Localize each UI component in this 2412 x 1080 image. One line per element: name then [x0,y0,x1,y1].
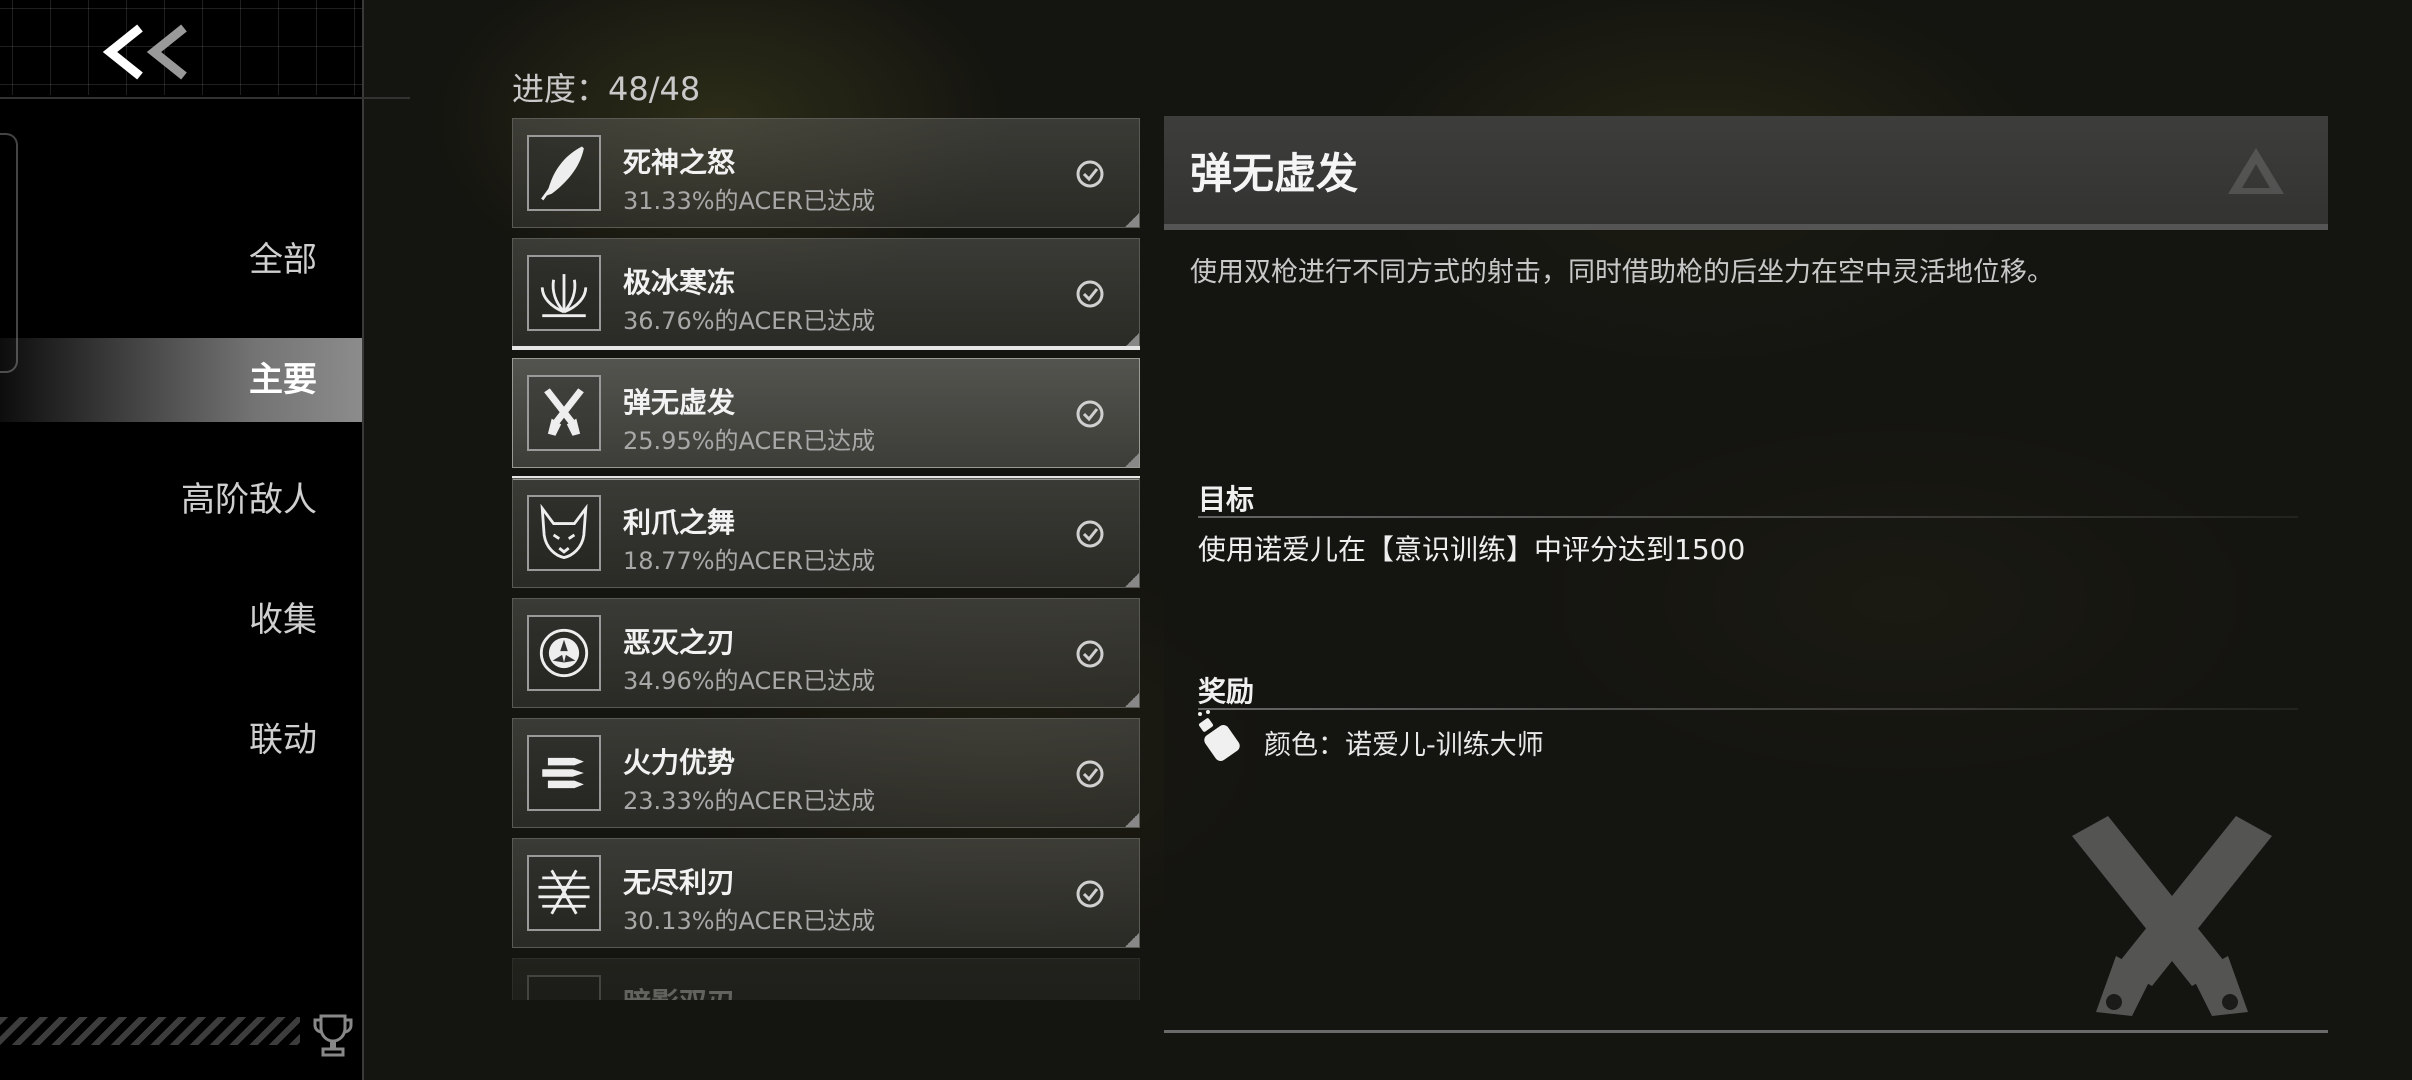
check-circle-icon [1076,280,1104,308]
check-circle-icon [1076,760,1104,788]
fox-mask-icon [527,495,601,571]
hatch-decoration [0,1017,300,1045]
achievement-rate: 34.96%的ACER已达成 [623,667,876,695]
achievement-rate: 18.77%的ACER已达成 [623,547,876,575]
achievement-rate: 30.13%的ACER已达成 [623,907,876,935]
reward-label: 奖励 [1198,675,1255,708]
feather-icon [527,135,601,211]
nav-item-all[interactable]: 全部 [0,218,362,302]
achievement-row-partial[interactable]: 暗影双刃 [512,958,1140,1000]
goal-label: 目标 [1198,483,1255,516]
achievement-row[interactable]: 极冰寒冻 36.76%的ACER已达成 [512,238,1140,348]
achievement-rate: 25.95%的ACER已达成 [623,427,876,455]
nav-item-collection[interactable]: 收集 [0,578,362,662]
double-chevron-left-icon [102,24,187,80]
reward-text: 颜色：诺爱儿-训练大师 [1264,730,1544,761]
achievement-row[interactable]: 火力优势 23.33%的ACER已达成 [512,718,1140,828]
triskelion-icon [527,615,601,691]
achievement-title: 暗影双刃 [623,981,735,1000]
nav-item-elite-enemies[interactable]: 高阶敌人 [0,458,362,542]
back-button[interactable] [96,20,196,84]
blades-icon [527,855,601,931]
achievement-rate: 36.76%的ACER已达成 [623,307,876,335]
achievement-title: 无尽利刃 [623,866,736,899]
blank-icon [527,975,601,1000]
achievement-title: 弹无虚发 [623,386,736,419]
check-circle-icon [1076,880,1104,908]
nav-item-collab[interactable]: 联动 [0,698,362,782]
achievement-rate: 23.33%的ACER已达成 [623,787,876,815]
ice-crystal-icon [527,255,601,331]
crossed-pistols-emblem-icon [2072,816,2272,1016]
achievement-detail-panel: 弹无虚发 使用双枪进行不同方式的射击，同时借助枪的后坐力在空中灵活地位移。 目标… [1164,116,2328,1033]
check-circle-icon [1076,160,1104,188]
trophy-icon [313,1014,353,1057]
achievement-list[interactable]: 死神之怒 31.33%的ACER已达成 极冰寒冻 36.76%的ACER已达成 … [512,118,1140,1000]
detail-header: 弹无虚发 [1164,116,2328,230]
achievement-title: 极冰寒冻 [623,266,736,299]
detail-description: 使用双枪进行不同方式的射击，同时借助枪的后坐力在空中灵活地位移。 [1190,257,2054,288]
divider [1198,708,2298,710]
achievement-title: 火力优势 [623,746,736,779]
divider [0,97,410,99]
achievement-title: 利爪之舞 [623,506,736,539]
achievement-title: 恶灭之刃 [623,626,736,659]
divider [1198,516,2298,518]
achievement-row-selected[interactable]: 弹无虚发 25.95%的ACER已达成 [512,346,1140,480]
category-sidebar: 全部 主要 高阶敌人 收集 联动 [0,0,410,1080]
goal-text: 使用诺爱儿在【意识训练】中评分达到1500 [1198,533,1746,566]
check-circle-icon [1076,640,1104,668]
progress-counter: 进度：48/48 [512,70,701,108]
achievement-row[interactable]: 死神之怒 31.33%的ACER已达成 [512,118,1140,228]
crossed-pistols-icon [527,375,601,451]
check-circle-icon [1076,520,1104,548]
achievement-row[interactable]: 无尽利刃 30.13%的ACER已达成 [512,838,1140,948]
achievement-title: 死神之怒 [623,146,736,179]
achievement-rate: 31.33%的ACER已达成 [623,187,876,215]
logo-icon [2228,148,2284,194]
nav-item-main[interactable]: 主要 [0,338,362,422]
check-circle-icon [1076,400,1104,428]
paint-spray-icon [1198,710,1240,761]
detail-title: 弹无虚发 [1190,149,1359,198]
achievement-row[interactable]: 恶灭之刃 34.96%的ACER已达成 [512,598,1140,708]
achievement-row[interactable]: 利爪之舞 18.77%的ACER已达成 [512,478,1140,588]
bullets-icon [527,735,601,811]
